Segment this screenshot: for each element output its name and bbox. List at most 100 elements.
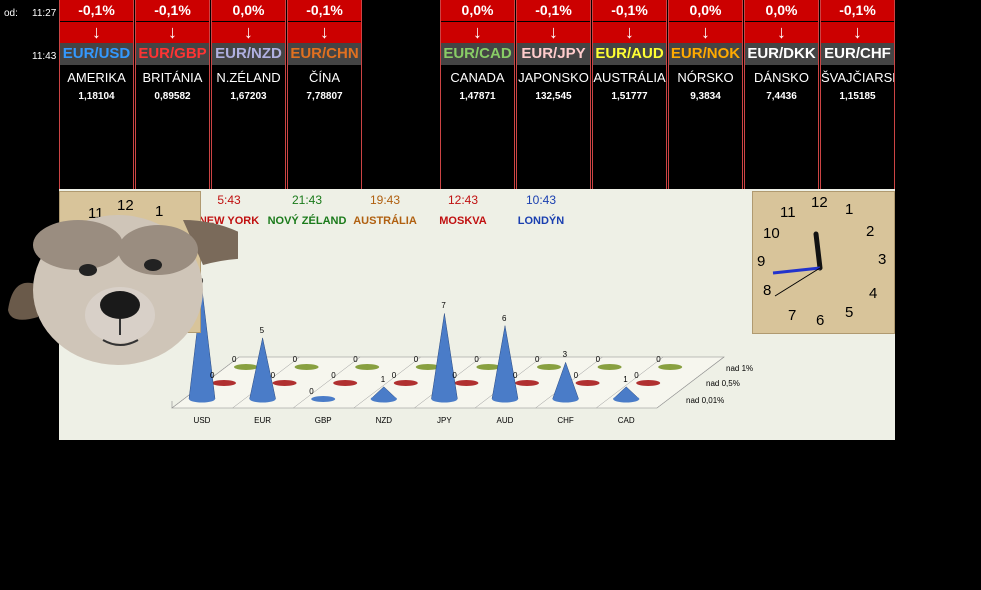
chart-disc xyxy=(597,364,622,370)
currency-pair: EUR/NZD xyxy=(212,43,285,65)
od-label: od: xyxy=(4,8,18,19)
data-label: 3 xyxy=(562,350,568,360)
currency-pair: EUR/CHN xyxy=(288,43,361,65)
category-label: JPY xyxy=(437,416,452,425)
currency-column-eur-chf: -0,1%↓EUR/CHF ŠVAJČIARSKO 1,15185 xyxy=(820,0,895,189)
currency-pair: EUR/AUD xyxy=(593,43,666,65)
country-name: NÓRSKO xyxy=(677,70,734,85)
down-arrow-icon: ↓ xyxy=(288,21,361,43)
city-time: 19:43 xyxy=(369,193,401,207)
chart-disc xyxy=(393,380,418,386)
chart-cone xyxy=(431,313,458,400)
currency-pair: EUR/USD xyxy=(60,43,133,65)
change-value: 0,0% xyxy=(212,0,285,21)
country-name: ŠVAJČIARSKO xyxy=(821,70,894,85)
chart-disc xyxy=(575,380,600,386)
data-label: 0 xyxy=(292,355,298,364)
data-label: 0 xyxy=(452,371,457,380)
currency-column-eur-aud: -0,1% ↓ EUR/AUD AUSTRÁLIA 1,51777 xyxy=(592,0,667,189)
data-label: 0 xyxy=(413,355,419,364)
down-arrow-icon: ↓ xyxy=(136,21,209,43)
change-value: 0,0% xyxy=(669,0,742,21)
chart-disc xyxy=(636,380,661,386)
currency-pair: EUR/JPY xyxy=(517,43,590,65)
chart-cone-base xyxy=(492,395,518,403)
down-arrow-icon: ↓ xyxy=(517,21,590,43)
country-name: DÁNSKO xyxy=(754,70,809,85)
data-label: 0 xyxy=(573,371,579,380)
data-label: 7 xyxy=(441,301,446,311)
data-label: 0 xyxy=(331,371,336,380)
currency-column-eur-cad: 0,0% ↓ EUR/CAD CANADA 1,47871 xyxy=(440,0,515,189)
down-arrow-icon: ↓ xyxy=(669,21,742,43)
city-time: 12:43 xyxy=(447,193,479,207)
currency-pair: EUR/NOK xyxy=(669,43,742,65)
down-arrow-icon: ↓ xyxy=(212,21,285,43)
currency-column-eur-chn: -0,1% ↓ EUR/CHN ČÍNA 7,78807 xyxy=(287,0,362,189)
exchange-rate: 1,51777 xyxy=(611,91,648,102)
currency-pair: EUR/DKK xyxy=(745,43,818,65)
country-name: AMERIKA xyxy=(67,70,126,85)
depth-label: nad 1% xyxy=(726,364,754,373)
currency-pair: EUR/GBP xyxy=(136,43,209,65)
exchange-rate: 132,545 xyxy=(535,91,572,102)
down-arrow-icon: ↓ xyxy=(821,21,894,43)
currency-column-eur-nok: 0,0% ↓ EUR/NOK NÓRSKO 9,3834 xyxy=(668,0,743,189)
right-clock: 12 1 2 3 4 5 6 7 8 9 10 11 xyxy=(752,191,895,334)
data-label: 5 xyxy=(259,325,265,335)
chart-disc xyxy=(658,364,683,370)
exchange-rate: 1,18104 xyxy=(78,91,115,102)
chart-cone-base xyxy=(552,395,579,403)
depth-label: nad 0,01% xyxy=(686,396,725,405)
country-name: BRITÁNIA xyxy=(142,70,203,85)
chart-disc xyxy=(311,396,336,402)
dog-image xyxy=(8,215,238,365)
chart-disc xyxy=(272,380,297,386)
down-arrow-icon: ↓ xyxy=(60,21,133,43)
data-label: 0 xyxy=(595,355,601,364)
exchange-rate: 1,67203 xyxy=(230,91,267,102)
down-arrow-icon: ↓ xyxy=(593,21,666,43)
chart-cone-base xyxy=(249,395,276,403)
change-value: -0,1% xyxy=(517,0,590,21)
chart-disc xyxy=(212,380,236,386)
chart-disc xyxy=(537,364,561,370)
data-label: 0 xyxy=(513,371,518,380)
data-label: 0 xyxy=(309,387,314,396)
data-label: 1 xyxy=(623,374,628,384)
data-label: 0 xyxy=(656,355,661,364)
category-label: GBP xyxy=(314,416,332,425)
exchange-rate: 0,89582 xyxy=(154,91,191,102)
chart-disc xyxy=(476,364,501,370)
change-value: -0,1% xyxy=(288,0,361,21)
change-value: -0,1% xyxy=(60,0,133,21)
currency-pair: EUR/CAD xyxy=(441,43,514,65)
data-label: 0 xyxy=(535,355,540,364)
exchange-rate: 1,15185 xyxy=(839,91,876,102)
category-label: EUR xyxy=(254,416,272,425)
country-name: CANADA xyxy=(450,70,505,85)
category-label: USD xyxy=(193,416,211,425)
chart-cone-base xyxy=(189,395,215,403)
country-name: AUSTRÁLIA xyxy=(593,70,666,85)
currency-column-eur-jpy: -0,1% ↓ EUR/JPY JAPONSKO 132,545 xyxy=(516,0,591,189)
chart-disc xyxy=(515,380,539,386)
data-label: 1 xyxy=(380,374,386,384)
down-arrow-icon: ↓ xyxy=(745,21,818,43)
country-name: JAPONSKO xyxy=(518,70,589,85)
currency-column-eur-gbp: -0,1% ↓ EUR/GBP BRITÁNIA 0,89582 xyxy=(135,0,210,189)
city-name: NOVÝ ZÉLAND xyxy=(267,215,347,227)
chart-disc xyxy=(294,364,319,370)
currency-column-eur-dkk: 0,0% ↓ EUR/DKK DÁNSKO 7,4436 xyxy=(744,0,819,189)
currency-pair: EUR/CHF xyxy=(821,43,894,65)
exchange-rate: 7,4436 xyxy=(766,91,797,102)
clock-hands xyxy=(772,231,823,297)
change-value: -0,1% xyxy=(136,0,209,21)
chart-disc xyxy=(355,364,380,370)
category-label: CHF xyxy=(557,416,574,425)
change-value: -0,1% xyxy=(821,0,894,21)
exchange-rate: 1,47871 xyxy=(459,91,496,102)
chart-disc xyxy=(454,380,479,386)
time-now: 11:43 xyxy=(32,51,57,62)
category-label: CAD xyxy=(617,416,635,425)
